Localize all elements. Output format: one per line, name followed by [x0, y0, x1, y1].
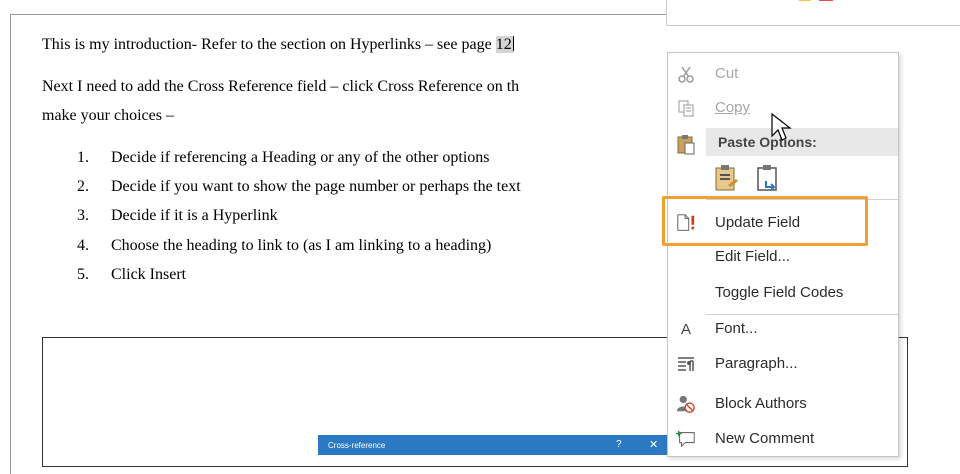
menu-item-toggle-field-codes[interactable]: Toggle Field Codes — [668, 276, 898, 310]
paragraph-line[interactable]: make your choices – — [42, 107, 174, 125]
highlight-color-swatch[interactable] — [799, 0, 811, 1]
paste-keep-formatting-icon[interactable] — [712, 163, 740, 193]
list-text: Click Insert — [111, 266, 187, 283]
list-item[interactable]: 1. Decide if referencing a Heading or any… — [77, 149, 490, 167]
menu-label: New Comment — [715, 430, 815, 447]
intro-paragraph[interactable]: This is my introduction- Refer to the se… — [42, 36, 514, 54]
list-text: Decide if it is a Hyperlink — [111, 207, 278, 224]
list-number: 3. — [77, 207, 89, 224]
paragraph-icon — [676, 354, 696, 374]
font-color-swatch[interactable] — [819, 0, 833, 1]
font-icon: A — [680, 320, 691, 338]
page-number-field[interactable]: 12 — [495, 36, 514, 53]
list-item[interactable]: 5. Click Insert — [77, 266, 186, 284]
menu-label: Toggle Field Codes — [715, 284, 844, 301]
copy-icon — [676, 98, 696, 118]
clipboard-icon — [676, 133, 696, 155]
menu-item-new-comment[interactable]: New Comment — [668, 422, 898, 456]
mouse-pointer-icon — [770, 112, 794, 142]
list-text: Choose the heading to link to (as I am l… — [111, 237, 492, 254]
menu-label: Edit Field... — [715, 248, 791, 265]
list-item[interactable]: 4. Choose the heading to link to (as I am… — [77, 237, 491, 255]
list-text: Decide if you want to show the page numb… — [111, 178, 521, 195]
menu-label: Block Authors — [715, 395, 807, 412]
close-button[interactable]: ✕ — [649, 438, 658, 451]
list-item[interactable]: 2. Decide if you want to show the page nu… — [77, 178, 521, 196]
menu-label: Paragraph... — [715, 355, 798, 372]
list-number: 2. — [77, 178, 89, 195]
list-number: 4. — [77, 237, 89, 254]
help-button[interactable]: ? — [616, 439, 622, 450]
menu-label: Font... — [715, 320, 758, 337]
menu-item-paragraph[interactable]: Paragraph... — [668, 347, 898, 381]
paragraph-line[interactable]: Next I need to add the Cross Reference f… — [42, 78, 519, 96]
paste-text-only-icon[interactable] — [754, 163, 782, 193]
list-number: 5. — [77, 266, 89, 283]
new-comment-icon — [676, 429, 696, 449]
paste-options-label: Paste Options: — [718, 134, 817, 150]
menu-item-cut[interactable]: Cut — [668, 57, 898, 91]
menu-label: Cut — [715, 65, 739, 82]
text-cursor — [512, 36, 514, 51]
scissors-icon — [676, 64, 696, 84]
cross-reference-dialog-titlebar[interactable]: Cross-reference ? ✕ — [318, 435, 668, 455]
mini-toolbar — [666, 0, 960, 26]
menu-item-block-authors[interactable]: Block Authors — [668, 387, 898, 421]
menu-label: Copy — [715, 99, 751, 116]
intro-text: This is my introduction- Refer to the se… — [42, 36, 496, 53]
list-item[interactable]: 3. Decide if it is a Hyperlink — [77, 207, 278, 225]
menu-item-font[interactable]: A Font... — [668, 312, 898, 346]
list-number: 1. — [77, 149, 89, 166]
list-text: Decide if referencing a Heading or any o… — [111, 149, 490, 166]
dialog-title: Cross-reference — [328, 441, 386, 450]
paste-options-header: Paste Options: — [706, 128, 898, 156]
update-field-highlight — [662, 196, 868, 246]
block-authors-icon — [676, 394, 696, 414]
